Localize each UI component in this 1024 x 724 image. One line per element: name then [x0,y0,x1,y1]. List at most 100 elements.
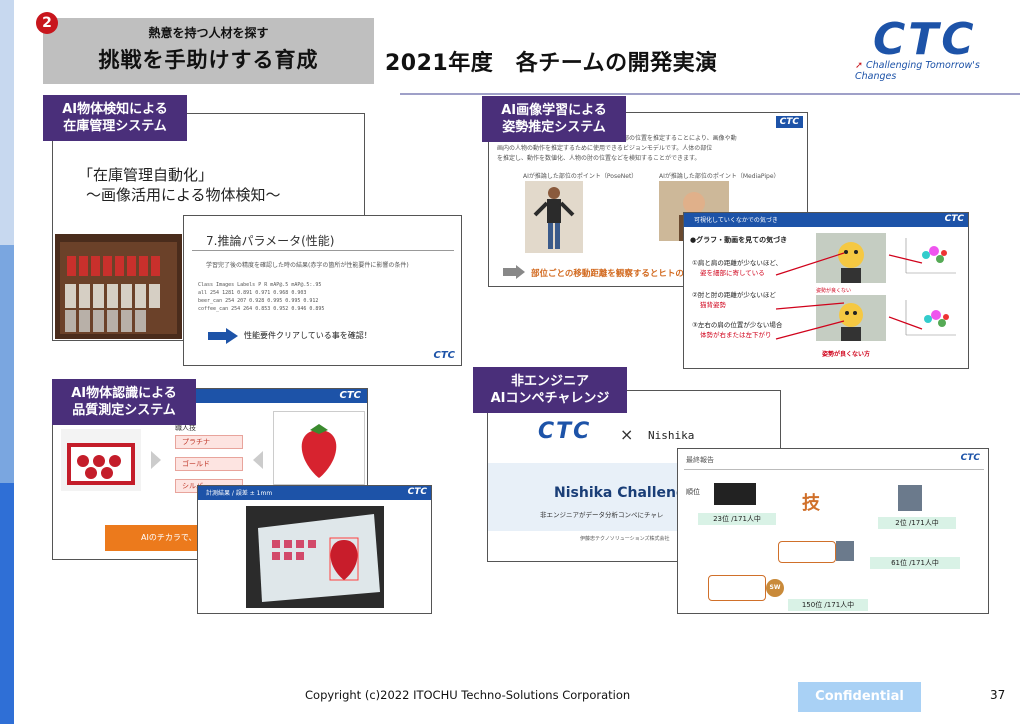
panel1-sub-row2: all 254 1281 0.891 0.971 0.968 0.903 [198,290,307,296]
panel3-label: AI物体認識による 品質測定システム [52,379,196,425]
panel2-sub-slide: 可視化していくなかでの気づき CTC ●グラフ・動画を見ての気づき ①肩と肩の距… [683,212,969,369]
rank2-badge: 2位 /171人中 [878,517,956,529]
panel1-sub-result: 性能要件クリアしている事を確認！ [244,331,372,340]
panel1-slide-title-1: 「在庫管理自動化」 [78,166,214,184]
panel2-text2: 画内の人物の動作を推定するために使用できるビジョンモデルです。人体の部位 [497,145,713,152]
strawberry-icon [301,424,337,478]
panel2-item3a: ③左右の肩の位置が少ない場合 [692,321,783,329]
panel4-label-line1: 非エンジニア [510,374,589,389]
rank4-box [708,575,766,601]
panel2-sub-header: 可視化していくなかでの気づき [694,217,778,224]
panel2-item3b: 体勢が右または左下がり [700,331,772,339]
pose-figure-a [525,181,583,253]
panel4-sub-ctc: CTC [960,453,980,463]
edge-bar-bottom [0,483,14,724]
panel1-sub-row3: beer_can 254 207 0.928 0.995 0.995 0.912 [198,298,319,304]
edge-bar-middle [0,245,14,483]
datarobot-logo [714,483,756,505]
pose-photo-a [525,181,583,253]
heading-underline [400,93,1020,95]
panel3-sub-header: 計測結果 / 誤差 ± 1mm [206,490,273,497]
panel2-note2: 姿勢が良くない方 [822,351,871,358]
avatar [898,485,922,511]
strawberry-box-illustration [67,443,135,485]
panel4-label: 非エンジニア AIコンペチャレンジ [473,367,627,413]
panel1-sub-title: 7.推論パラメータ(性能) [206,234,335,248]
ctc-tagline: ➚ Challenging Tomorrow's Changes [855,60,1024,82]
gi-character: 技 [802,493,820,514]
chevron-right-icon [151,451,161,469]
strawberry-box-photo [61,429,141,491]
panel3-label-line2: 品質測定システム [72,403,176,418]
panel2-item1a: ①肩と肩の距離が少ないほど、 [692,259,783,267]
panel2-label-line1: AI画像学習による [501,103,607,118]
panel4-cross: × [620,425,634,444]
panel1-sub-slide: 7.推論パラメータ(性能) 学習完了後の精度を確認した時の結果(赤字の箇所が性能… [183,215,462,366]
panel2-sub-ctc: CTC [944,214,964,224]
rank3-box [778,541,836,563]
cans-photo [55,234,182,339]
panel4-label-line2: AIコンペチャレンジ [490,391,610,406]
edge-bar-top [0,0,14,245]
panel4-challenge: Nishika Challenge [554,485,696,501]
measurement-illustration [246,506,384,608]
grade-gold: ゴールド [175,457,243,471]
grade-platinum: プラチナ [175,435,243,449]
panel2-bottom-text: 部位ごとの移動距離を観察するとヒトの動 [531,269,693,279]
panel3-label-line1: AI物体認識による [71,386,177,401]
panel4-sub-rule [684,469,984,470]
ctc-logo: CTC [873,14,977,65]
tagline-text: Challenging Tomorrow's Changes [855,60,980,82]
measurement-photo [246,506,384,608]
panel2-caption-a: AIが推論した部位のポイント（PoseNet） [523,173,638,180]
panel4-partner: Nishika [648,429,695,442]
panel4-challenge-sub: 非エンジニアがデータ分析コンペにチャレ [540,511,664,519]
title-subtitle: 熱意を持つ人材を探す [148,26,269,40]
rank4-badge: 150位 /171人中 [788,599,868,611]
panel2-caption-b: AIが推論した部位のポイント（MediaPipe） [659,173,780,180]
chevron-left-icon [253,451,263,469]
panel1-label-line2: 在庫管理システム [63,119,167,134]
panel1-sub-ctc: CTC [433,350,456,361]
panel4-ctc-logo: CTC [538,419,592,444]
arrow-right-icon [208,328,238,344]
panel3-orange-text: AIのチカラで、ひ [141,533,205,542]
cans-illustration [55,234,182,339]
panel4-company: 伊藤忠テクノソリューションズ株式会社 [580,536,670,542]
arrow-right-icon [503,265,525,279]
sw-badge: SW [766,579,784,597]
panel2-item2b: 猫背姿勢 [700,301,726,309]
page-title: 挑戦を手助けする育成 [98,48,319,72]
panel2-text3: を推定し、動作を数値化、人物の肘の位置などを検知することができます。 [497,155,701,162]
panel2-ctc-badge: CTC [775,116,803,128]
panel4-sub-slide: 最終報告 CTC 順位 23位 /171人中 技 2位 /171人中 61位 /… [677,448,989,614]
panel2-item1b: 姿を細部に寄している [700,269,765,277]
panel4-rank-label: 順位 [686,488,700,496]
panel2-sub-title: ●グラフ・動画を見ての気づき [690,236,788,244]
panel2-label-line2: 姿勢推定システム [502,120,606,135]
panel1-sub-title-underline [192,250,454,251]
panel2-label: AI画像学習による 姿勢推定システム [482,96,626,142]
confidential-badge: Confidential [798,682,921,712]
panel1-slide-title-2: ～画像活用による物体検知～ [86,186,281,204]
tagline-mark-icon: ➚ [855,60,866,71]
panel3-ctc: CTC [339,390,362,401]
panel4-sub-header: 最終報告 [686,456,714,464]
panel1-sub-row1: Class Images Labels P R mAP@.5 mAP@.5:.9… [198,282,322,288]
rank1-badge: 23位 /171人中 [698,513,776,525]
slide-heading: 2021年度 各チームの開発実演 [385,51,718,76]
panel1-sub-row4: coffee_can 254 264 0.853 0.952 0.946 0.8… [198,306,325,312]
copyright: Copyright (c)2022 ITOCHU Techno-Solution… [305,688,631,702]
strawberry-diagram [273,411,365,485]
panel1-sub-note: 学習完了後の精度を確認した時の結果(赤字の箇所が性能要件に影響の条件) [206,262,409,269]
page-number: 37 [990,688,1006,702]
avatar [836,541,854,561]
panel1-label-line1: AI物体検知による [62,102,168,117]
panel3-sub-ctc: CTC [407,487,427,497]
panel3-sub-slide: 計測結果 / 誤差 ± 1mm CTC [197,485,432,614]
rank3-badge: 61位 /171人中 [870,557,960,569]
panel2-item2a: ②肘と肘の距離が少ないほど [692,291,776,299]
panel1-label: AI物体検知による 在庫管理システム [43,95,187,141]
panel2-note1: 姿勢が良くない [816,288,852,294]
panel2-text1: 部の位置を推定することにより、画像や動 [623,135,737,142]
